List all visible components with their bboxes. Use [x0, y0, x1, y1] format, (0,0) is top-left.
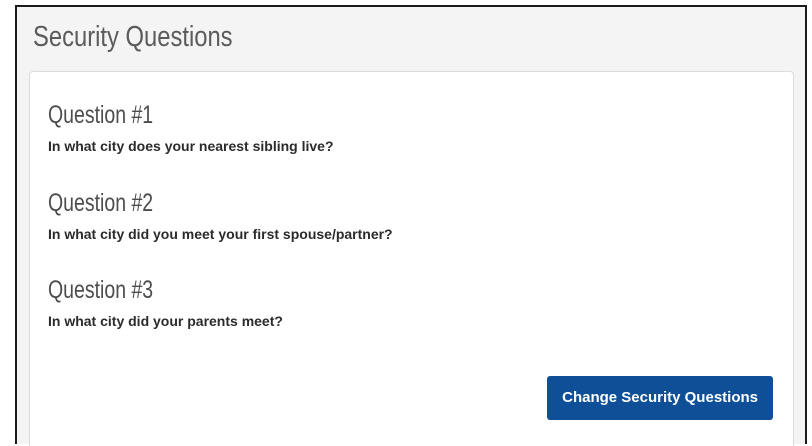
- page-title: Security Questions: [33, 21, 233, 53]
- question-item-3: Question #3 In what city did your parent…: [48, 274, 768, 330]
- question-heading: Question #3: [48, 276, 154, 304]
- change-security-questions-button[interactable]: Change Security Questions: [547, 376, 773, 420]
- question-text: In what city did your parents meet?: [48, 313, 283, 329]
- question-item-1: Question #1 In what city does your neare…: [48, 99, 768, 155]
- question-text: In what city did you meet your first spo…: [48, 226, 393, 242]
- security-questions-panel: Security Questions Question #1 In what c…: [15, 5, 807, 446]
- question-heading: Question #1: [48, 101, 154, 129]
- question-item-2: Question #2 In what city did you meet yo…: [48, 187, 768, 243]
- question-heading: Question #2: [48, 189, 154, 217]
- question-text: In what city does your nearest sibling l…: [48, 138, 334, 154]
- security-questions-card: Question #1 In what city does your neare…: [29, 71, 794, 446]
